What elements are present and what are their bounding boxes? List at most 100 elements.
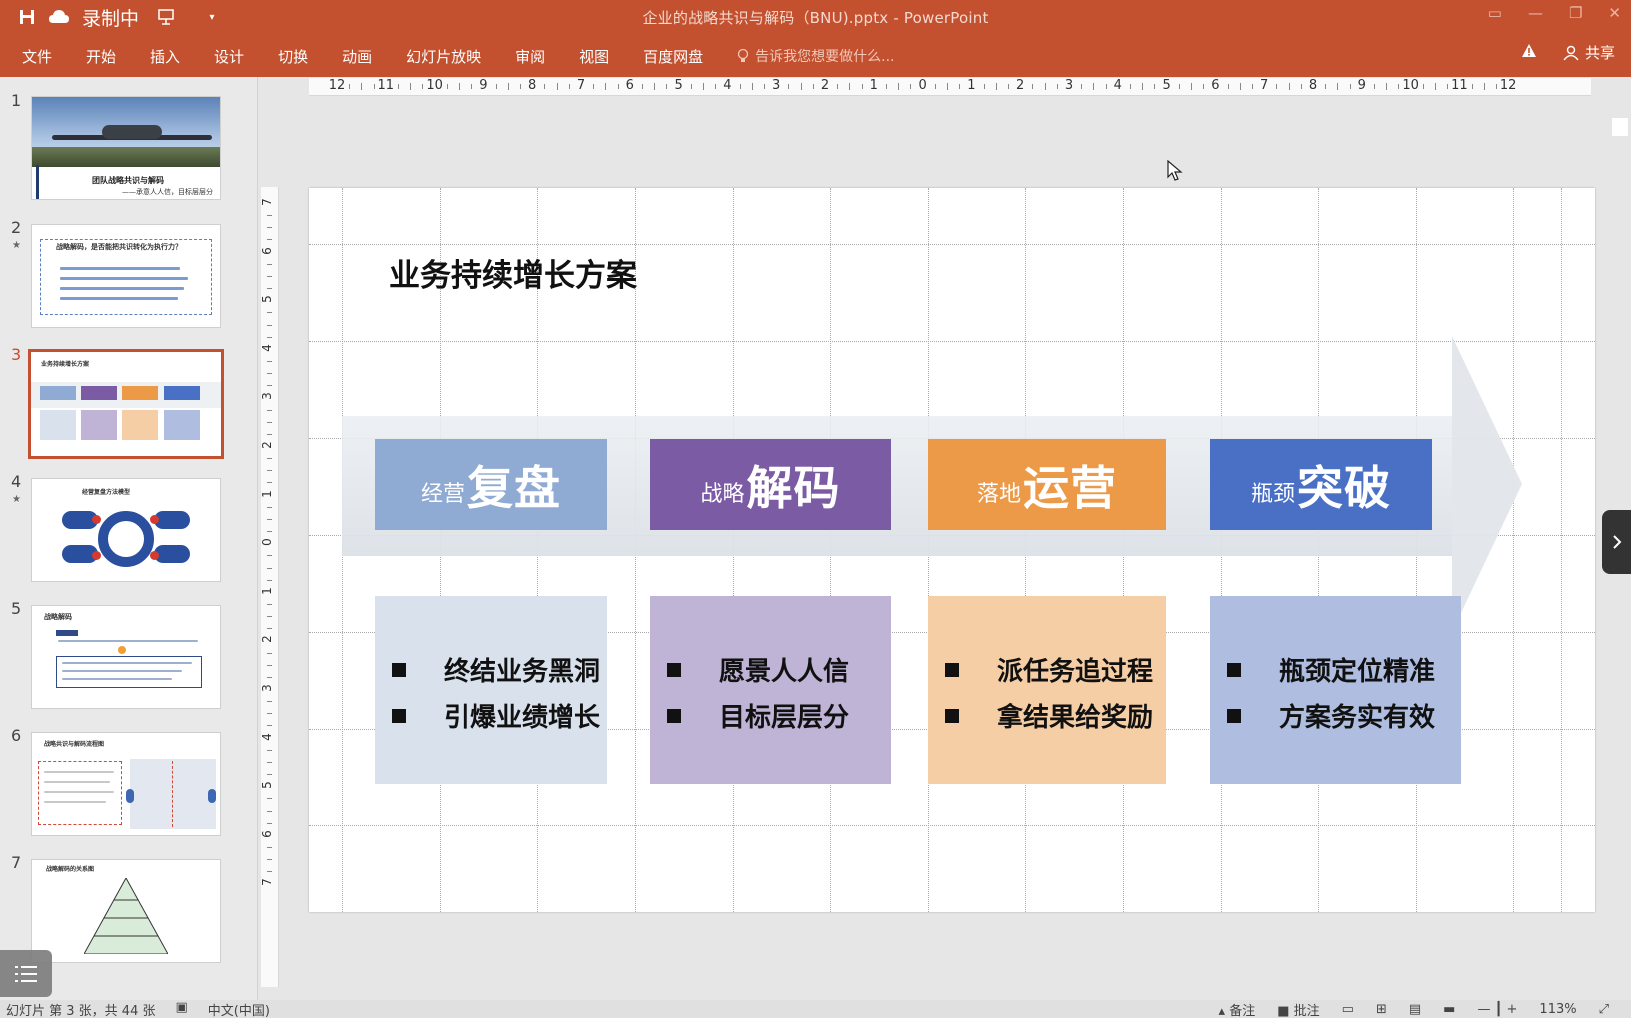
marker-dot — [150, 551, 159, 560]
slide-thumbnail-3[interactable]: 业务持续增长方案 — [28, 349, 224, 459]
guide-line — [309, 825, 1595, 826]
body-box-breakthrough[interactable]: 瓶颈定位精准 方案务实有效 — [1210, 596, 1461, 784]
tab-slideshow[interactable]: 幻灯片放映 — [406, 46, 481, 67]
ruler-number: 7 — [259, 878, 274, 887]
slide-canvas[interactable]: 业务持续增长方案 经营 复盘 终结业务黑洞 引爆业绩增长 战略 解码 愿景人人信… — [309, 188, 1595, 912]
ruler-tick — [267, 871, 272, 873]
outline-toggle-button[interactable] — [0, 950, 52, 997]
minimize-icon[interactable]: — — [1528, 4, 1543, 22]
ruler-tick — [267, 239, 272, 241]
slide-thumbnail-2[interactable]: 战略解码，是否能把共识转化为执行力？ — [31, 224, 221, 328]
ruler-number: 5 — [259, 781, 274, 790]
marker-dot — [92, 515, 101, 524]
ruler-tick — [910, 84, 912, 89]
body-box-decode[interactable]: 愿景人人信 目标层层分 — [650, 596, 891, 784]
head-box-review[interactable]: 经营 复盘 — [375, 439, 607, 530]
text-line — [60, 277, 188, 280]
slide-thumbnail-1[interactable]: 团队战略共识与解码 ——承意人人信，目标层层分 — [31, 96, 221, 200]
bullet-line: 方案务实有效 — [1210, 697, 1461, 734]
ruler-tick — [267, 616, 272, 618]
chevron-right-icon — [1612, 535, 1621, 549]
body-box-operation[interactable]: 派任务追过程 拿结果给奖励 — [928, 596, 1166, 784]
square-bullet-icon — [945, 708, 959, 723]
ruler-number: 2 — [820, 78, 830, 93]
ruler-tick — [1374, 84, 1375, 89]
share-button[interactable]: 共享 — [1563, 42, 1615, 63]
tab-insert[interactable]: 插入 — [150, 46, 180, 67]
slide-count: 幻灯片 第 3 张，共 44 张 — [6, 1004, 156, 1018]
square-bullet-icon — [945, 662, 959, 677]
spellcheck-icon[interactable]: ▣ — [175, 1000, 187, 1018]
head-box-breakthrough[interactable]: 瓶颈 突破 — [1210, 439, 1432, 530]
reading-view-icon[interactable]: ▤ — [1409, 1002, 1421, 1017]
notes-button[interactable]: ▴ 备注 — [1219, 1000, 1256, 1018]
maximize-icon[interactable]: ❐ — [1569, 4, 1582, 22]
side-panel-toggle[interactable] — [1602, 510, 1631, 574]
horizontal-ruler[interactable]: 12 11 10 9 8 7 6 5 4 3 2 1 0 1 2 3 4 5 6 7 8 9 10 11 12 — [309, 78, 1591, 96]
tab-design[interactable]: 设计 — [214, 46, 244, 67]
ruler-tick — [1435, 83, 1436, 90]
ruler-number: 10 — [1402, 78, 1419, 93]
tell-me-box[interactable]: 告诉我您想要做什么... — [737, 46, 895, 66]
bullet-line: 瓶颈定位精准 — [1210, 651, 1461, 688]
head-big-text: 复盘 — [467, 460, 561, 515]
normal-view-icon[interactable]: ▭ — [1342, 1002, 1354, 1017]
head-big-text: 解码 — [746, 460, 841, 515]
slide-thumbnail-5[interactable]: 战略解码 — [31, 605, 221, 709]
slide-thumbnail-4[interactable]: 经营复盘方法模型 — [31, 478, 221, 582]
tab-view[interactable]: 视图 — [579, 46, 609, 67]
head-big-text: 突破 — [1297, 460, 1391, 515]
ruler-tick — [267, 324, 272, 326]
ruler-tick — [690, 84, 692, 89]
ruler-tick — [934, 84, 936, 89]
slide-thumbnail-6[interactable]: 战略共识与解码流程图 — [31, 732, 221, 836]
bullet-line: 目标层层分 — [650, 697, 891, 734]
tab-review[interactable]: 审阅 — [515, 46, 545, 67]
tab-transitions[interactable]: 切换 — [278, 46, 308, 67]
ruler-tick — [267, 579, 272, 581]
ruler-tick — [703, 83, 704, 90]
ruler-tick — [267, 312, 272, 314]
ruler-number: 3 — [1064, 78, 1074, 93]
ruler-tick — [1496, 84, 1497, 89]
slide-thumbnail-7[interactable]: 战略解码的关系图 — [31, 859, 221, 963]
person-icon — [1563, 45, 1579, 60]
language[interactable]: 中文(中国) — [208, 1000, 270, 1018]
slide-sorter-icon[interactable]: ⊞ — [1376, 1002, 1387, 1017]
ruler-tick — [898, 83, 900, 90]
thumb-number-5: 5 — [11, 599, 22, 618]
list-icon — [15, 965, 37, 982]
comments-button[interactable]: ■ 批注 — [1277, 1000, 1319, 1018]
head-box-3 — [122, 386, 158, 400]
tab-animations[interactable]: 动画 — [342, 46, 372, 67]
slideshow-icon[interactable]: ▬ — [1443, 1002, 1455, 1017]
warning-icon[interactable] — [1521, 43, 1537, 62]
ruler-tick — [886, 84, 887, 89]
zoom-slider[interactable]: — ┃ + — [1477, 1002, 1517, 1017]
thumb7-title: 战略解码的关系图 — [46, 866, 95, 873]
zoom-level[interactable]: 113% — [1539, 1002, 1576, 1017]
ruler-tick — [751, 83, 753, 90]
vertical-ruler[interactable]: 7 6 5 4 3 2 1 0 1 2 3 4 5 6 7 — [259, 187, 279, 987]
ruler-tick — [1032, 84, 1034, 89]
text-line — [58, 640, 198, 642]
ruler-number: 5 — [1162, 78, 1171, 93]
body-box-review[interactable]: 终结业务黑洞 引爆业绩增长 — [375, 596, 607, 784]
ruler-number: 4 — [1113, 78, 1122, 93]
ribbon-display-icon[interactable]: ▭ — [1488, 4, 1502, 22]
bullet-text: 方案务实有效 — [1279, 703, 1436, 733]
tab-file[interactable]: 文件 — [22, 46, 52, 67]
close-icon[interactable]: ✕ — [1608, 4, 1621, 22]
bullet-text: 终结业务黑洞 — [444, 657, 601, 687]
head-box-decode[interactable]: 战略 解码 — [650, 439, 891, 530]
tab-home[interactable]: 开始 — [86, 46, 116, 67]
fit-slide-icon[interactable]: ⤢ — [1599, 1002, 1609, 1017]
ruler-tick — [267, 713, 272, 715]
scrollbar-thumb[interactable] — [1612, 118, 1628, 136]
head-box-operation[interactable]: 落地 运营 — [928, 439, 1166, 530]
ruler-tick — [715, 84, 717, 89]
ruler-tick — [267, 798, 272, 800]
slide-title[interactable]: 业务持续增长方案 — [389, 250, 637, 295]
tab-baidu-netdisk[interactable]: 百度网盘 — [643, 46, 703, 67]
text-line — [44, 771, 114, 773]
